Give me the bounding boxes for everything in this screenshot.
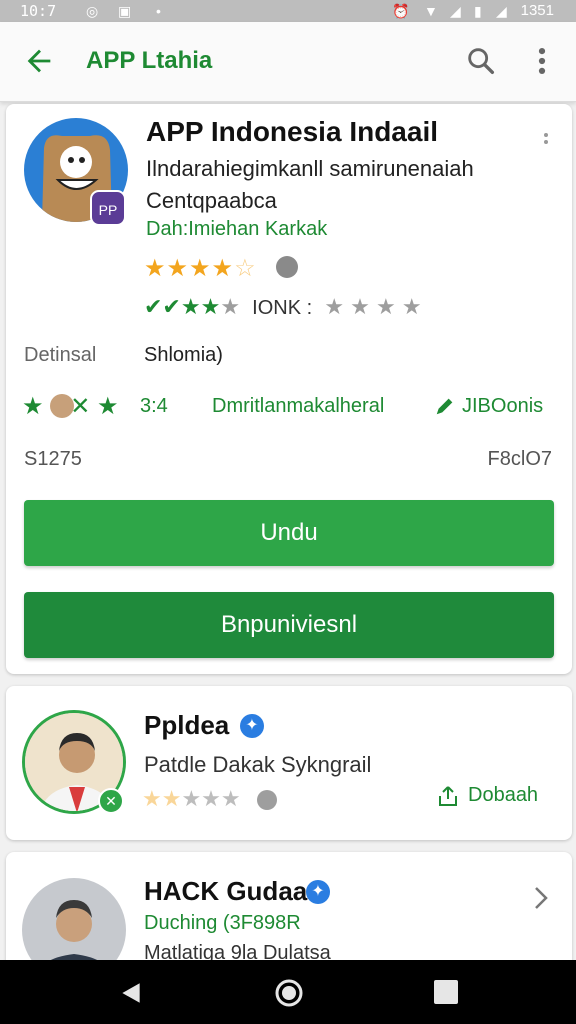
install-button[interactable]: Undu [24, 500, 554, 566]
star-icon: ★ [211, 255, 235, 282]
dot-icon: • [156, 3, 161, 19]
item-title: HACK Gudaa [144, 876, 308, 906]
info-icon[interactable] [276, 256, 298, 278]
nav-back-icon[interactable] [118, 980, 144, 1006]
chevron-right-icon[interactable] [530, 882, 554, 914]
meta-left: S1275 [24, 448, 82, 470]
status-clock: 1351 [520, 2, 554, 19]
rating-row: ✔✔★★★ IONK : ★ ★ ★ ★ [144, 294, 422, 320]
status-bar: 10:7 ◎ ▣ • ⏰ ▼ ◢ ▮ ◢ 1351 [0, 0, 576, 22]
system-nav-bar [0, 960, 576, 1024]
search-icon[interactable] [464, 44, 498, 78]
status-time: 10:7 [20, 2, 57, 20]
battery-icon: ▮ [474, 3, 482, 19]
item-rating-stars: ★★★★★ [142, 786, 277, 812]
list-item[interactable]: ✕ Ppldea ✦ Patdle Dakak Sykngrail ★★★★★ … [6, 686, 572, 840]
app-rating-stars: ★★★★☆ [144, 254, 257, 283]
app-subtitle-2: Centqpaabca [146, 188, 277, 213]
list-item[interactable]: HACK Gudaa ✦ Duching (3F898R Matlatiga 9… [6, 852, 572, 982]
alarm-icon: ⏰ [392, 3, 410, 19]
star-icon: ★ [166, 255, 190, 282]
item-action-link[interactable]: Dobaah [468, 784, 538, 807]
item-developer: Duching (3F898R [144, 912, 301, 934]
rating-count: IONK : [252, 297, 313, 319]
nav-recent-icon[interactable] [434, 980, 458, 1004]
star-icon: ★ [220, 294, 241, 319]
share-icon[interactable] [436, 784, 460, 808]
verified-icon: ✦ [240, 714, 264, 738]
more-vert-icon[interactable] [530, 44, 554, 78]
green-stars-icon: ✔✔★★ [144, 294, 221, 319]
reviewer-avatar [50, 394, 74, 418]
wifi-icon: ▼ [424, 3, 438, 19]
review-link[interactable]: Dmritlanmakalheral [212, 395, 384, 418]
card-more-icon[interactable] [540, 130, 552, 154]
detail-value: Shlomia) [144, 344, 223, 366]
pencil-icon[interactable] [434, 395, 456, 417]
secondary-button[interactable]: Bnpuniviesnl [24, 592, 554, 658]
back-arrow-icon[interactable] [22, 44, 56, 78]
star-icon: ★★★ [181, 786, 241, 811]
app-subtitle: Ilndarahiegimkanll samirunenaiah [146, 156, 474, 181]
write-review-link[interactable]: JIBOonis [462, 395, 543, 418]
verified-icon: ✦ [306, 880, 330, 904]
star-icon: ★ [144, 255, 167, 282]
notification-icon: ◎ [86, 3, 99, 19]
app-detail-card: PP APP Indonesia Indaail Ilndarahiegimka… [6, 104, 572, 674]
star-icon: ★ [189, 255, 212, 282]
review-link-row: ★ ✕ ★ 3:4 Dmritlanmakalheral JIBOonis [22, 392, 562, 422]
app-bar: APP Ltahia [0, 22, 576, 102]
star-outline-icon: ☆ [234, 255, 257, 282]
signal-icon: ◢ [450, 3, 461, 19]
image-notification-icon: ▣ [118, 3, 132, 19]
star-icon: ★★ [142, 786, 182, 811]
review-count: 3:4 [140, 395, 168, 417]
item-subtitle: Patdle Dakak Sykngrail [144, 752, 372, 777]
app-bar-title: APP Ltahia [86, 47, 213, 74]
nav-home-icon[interactable] [274, 978, 304, 1008]
meta-right: F8clO7 [487, 448, 552, 470]
gray-stars-icon: ★ ★ ★ ★ [324, 294, 422, 319]
detail-label: Detinsal [24, 344, 97, 366]
check-badge-icon: ✕ [98, 788, 124, 814]
info-icon [256, 790, 277, 811]
signal-2-icon: ◢ [496, 3, 507, 19]
item-title: Ppldea [144, 710, 230, 740]
app-badge: PP [90, 190, 126, 226]
app-developer[interactable]: Dah:Imiehan Karkak [146, 218, 327, 241]
app-title: APP Indonesia Indaail [146, 116, 439, 147]
